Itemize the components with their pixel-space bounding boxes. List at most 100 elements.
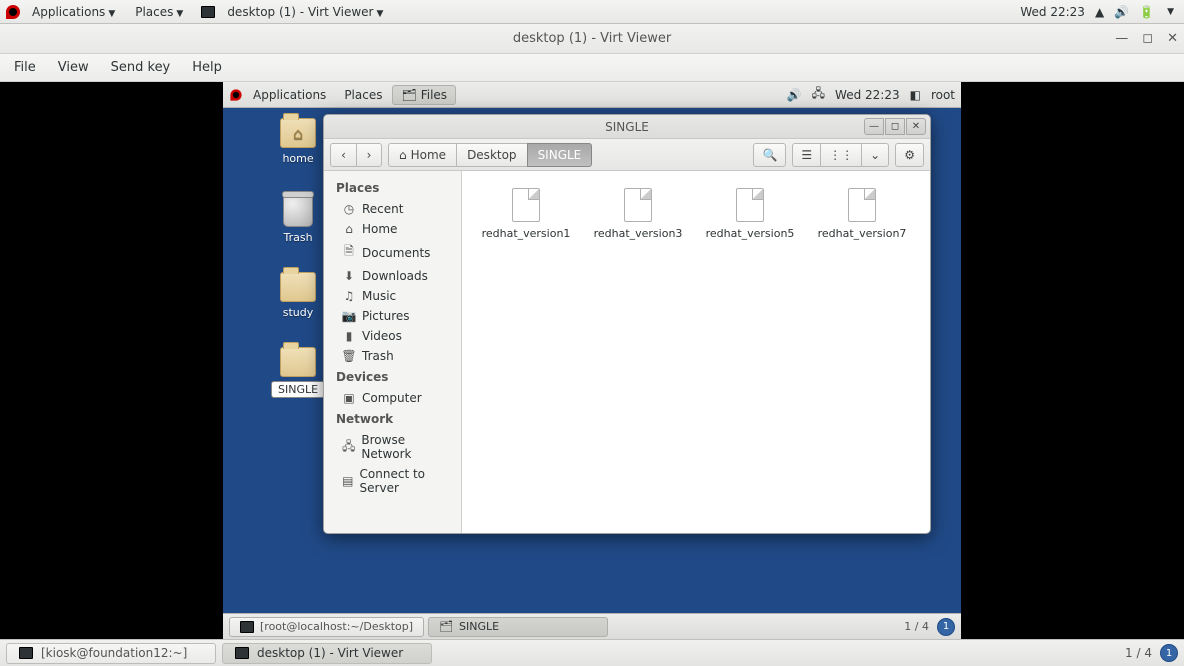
desktop-icon-single[interactable]: SINGLE bbox=[271, 347, 325, 398]
back-button[interactable]: ‹ bbox=[330, 143, 356, 167]
menu-view[interactable]: View bbox=[48, 57, 99, 78]
terminal-icon bbox=[240, 621, 254, 633]
workspace-switcher[interactable]: 1 bbox=[1160, 644, 1178, 662]
host-bottom-panel: [kiosk@foundation12:~] desktop (1) - Vir… bbox=[0, 639, 1184, 666]
view-list-button[interactable]: ☰ bbox=[792, 143, 820, 167]
maximize-button[interactable]: ◻ bbox=[885, 118, 905, 135]
guest-task-terminal[interactable]: [root@localhost:~/Desktop] bbox=[229, 617, 424, 637]
sidebar-item-browse-network[interactable]: 🖧Browse Network bbox=[324, 430, 461, 464]
desktop-icon-home[interactable]: home bbox=[280, 118, 316, 165]
music-icon: ♫ bbox=[342, 289, 356, 303]
redhat-icon bbox=[6, 5, 20, 19]
guest-bottom-panel: [root@localhost:~/Desktop] 🗂SINGLE 1 / 4… bbox=[223, 613, 961, 639]
sidebar-item-downloads[interactable]: ⬇Downloads bbox=[324, 266, 461, 286]
desktop-icon-study[interactable]: study bbox=[280, 272, 316, 319]
user-label[interactable]: root bbox=[931, 88, 955, 102]
host-top-panel: Applications▼ Places▼ desktop (1) - Virt… bbox=[0, 0, 1184, 24]
document-icon: 🗎 bbox=[342, 242, 356, 263]
wifi-icon[interactable]: ▲ bbox=[1095, 5, 1104, 19]
forward-button[interactable]: › bbox=[356, 143, 382, 167]
chevron-down-icon[interactable]: ▼ bbox=[1167, 7, 1174, 17]
file-item[interactable]: redhat_version1 bbox=[470, 183, 582, 252]
desktop-icon-trash[interactable]: Trash bbox=[283, 193, 313, 244]
guest-top-panel: Applications Places 🗂Files 🔊 🖧 Wed 22:23… bbox=[223, 82, 961, 108]
virt-viewer-window: desktop (1) - Virt Viewer — ◻ ✕ File Vie… bbox=[0, 24, 1184, 639]
host-places-menu[interactable]: Places▼ bbox=[127, 3, 191, 21]
home-icon: ⌂ bbox=[342, 222, 356, 236]
guest-task-files[interactable]: 🗂SINGLE bbox=[428, 617, 608, 637]
workspace-label: 1 / 4 bbox=[904, 620, 929, 633]
host-applications-menu[interactable]: Applications▼ bbox=[24, 3, 123, 21]
close-button[interactable]: ✕ bbox=[1167, 31, 1178, 46]
folder-icon bbox=[280, 347, 316, 377]
host-task-virtviewer[interactable]: desktop (1) - Virt Viewer bbox=[222, 643, 432, 664]
volume-icon[interactable]: 🔊 bbox=[1114, 5, 1129, 19]
menu-file[interactable]: File bbox=[4, 57, 46, 78]
guest-clock[interactable]: Wed 22:23 bbox=[835, 88, 900, 102]
minimize-button[interactable]: — bbox=[864, 118, 884, 135]
label: desktop (1) - Virt Viewer bbox=[257, 646, 403, 660]
file-label: redhat_version3 bbox=[594, 227, 683, 240]
file-item[interactable]: redhat_version5 bbox=[694, 183, 806, 252]
sidebar-header-devices: Devices bbox=[324, 366, 461, 388]
folder-icon bbox=[280, 272, 316, 302]
workspace-switcher[interactable]: 1 bbox=[937, 618, 955, 636]
disk-icon: ▣ bbox=[342, 391, 356, 405]
view-options-button[interactable]: ⌄ bbox=[861, 143, 889, 167]
close-button[interactable]: ✕ bbox=[906, 118, 926, 135]
sidebar-item-pictures[interactable]: 📷Pictures bbox=[324, 306, 461, 326]
path-single[interactable]: SINGLE bbox=[527, 143, 593, 167]
nautilus-sidebar: Places ◷Recent ⌂Home 🗎Documents ⬇Downloa… bbox=[324, 171, 462, 533]
label: Videos bbox=[362, 329, 402, 343]
host-task-terminal[interactable]: [kiosk@foundation12:~] bbox=[6, 643, 216, 664]
clock-icon: ◷ bbox=[342, 202, 356, 216]
label: Browse Network bbox=[361, 433, 449, 461]
user-icon: ◧ bbox=[910, 88, 921, 102]
label: Home bbox=[411, 148, 446, 162]
label: [kiosk@foundation12:~] bbox=[41, 646, 187, 660]
sidebar-item-computer[interactable]: ▣ Computer bbox=[324, 388, 461, 408]
label: Computer bbox=[362, 391, 422, 405]
sidebar-item-documents[interactable]: 🗎Documents bbox=[324, 239, 461, 266]
label: Trash bbox=[283, 231, 312, 244]
window-title: desktop (1) - Virt Viewer bbox=[513, 31, 671, 46]
label: Trash bbox=[362, 349, 394, 363]
sidebar-item-home[interactable]: ⌂Home bbox=[324, 219, 461, 239]
menu-help[interactable]: Help bbox=[182, 57, 232, 78]
search-button[interactable]: 🔍 bbox=[753, 143, 786, 167]
minimize-button[interactable]: — bbox=[1115, 31, 1128, 46]
maximize-button[interactable]: ◻ bbox=[1142, 31, 1153, 46]
nautilus-content[interactable]: redhat_version1 redhat_version3 redhat_v… bbox=[462, 171, 930, 533]
battery-icon[interactable]: 🔋 bbox=[1139, 5, 1154, 19]
chevron-down-icon: ▼ bbox=[176, 9, 183, 19]
vv-titlebar[interactable]: desktop (1) - Virt Viewer — ◻ ✕ bbox=[0, 24, 1184, 54]
label: Downloads bbox=[362, 269, 428, 283]
window-icon bbox=[235, 647, 249, 659]
host-active-app-menu[interactable]: desktop (1) - Virt Viewer▼ bbox=[219, 3, 391, 21]
nautilus-titlebar[interactable]: SINGLE — ◻ ✕ bbox=[324, 115, 930, 139]
guest-active-app[interactable]: 🗂Files bbox=[392, 85, 456, 105]
settings-button[interactable]: ⚙ bbox=[895, 143, 924, 167]
path-desktop[interactable]: Desktop bbox=[456, 143, 527, 167]
file-item[interactable]: redhat_version7 bbox=[806, 183, 918, 252]
sidebar-item-recent[interactable]: ◷ Recent bbox=[324, 199, 461, 219]
host-clock[interactable]: Wed 22:23 bbox=[1020, 5, 1085, 19]
volume-icon[interactable]: 🔊 bbox=[787, 88, 802, 102]
trash-icon: 🗑 bbox=[342, 349, 356, 363]
sidebar-item-connect-server[interactable]: ▤Connect to Server bbox=[324, 464, 461, 498]
sidebar-item-music[interactable]: ♫Music bbox=[324, 286, 461, 306]
menu-sendkey[interactable]: Send key bbox=[101, 57, 181, 78]
file-item[interactable]: redhat_version3 bbox=[582, 183, 694, 252]
network-icon[interactable]: 🖧 bbox=[812, 84, 825, 105]
gear-icon: ⚙ bbox=[904, 148, 915, 162]
view-grid-button[interactable]: ⋮⋮ bbox=[820, 143, 861, 167]
nautilus-window: SINGLE — ◻ ✕ ‹ › ⌂Home Desktop SINGLE bbox=[323, 114, 931, 534]
label: Recent bbox=[362, 202, 403, 216]
guest-applications-menu[interactable]: Applications bbox=[245, 86, 334, 104]
guest-places-menu[interactable]: Places bbox=[336, 86, 390, 104]
sidebar-item-videos[interactable]: ▮Videos bbox=[324, 326, 461, 346]
path-home[interactable]: ⌂Home bbox=[388, 143, 456, 167]
desktop-icons: home Trash study SINGLE bbox=[271, 118, 325, 398]
sidebar-item-trash[interactable]: 🗑 Trash bbox=[324, 346, 461, 366]
label: Connect to Server bbox=[360, 467, 449, 495]
